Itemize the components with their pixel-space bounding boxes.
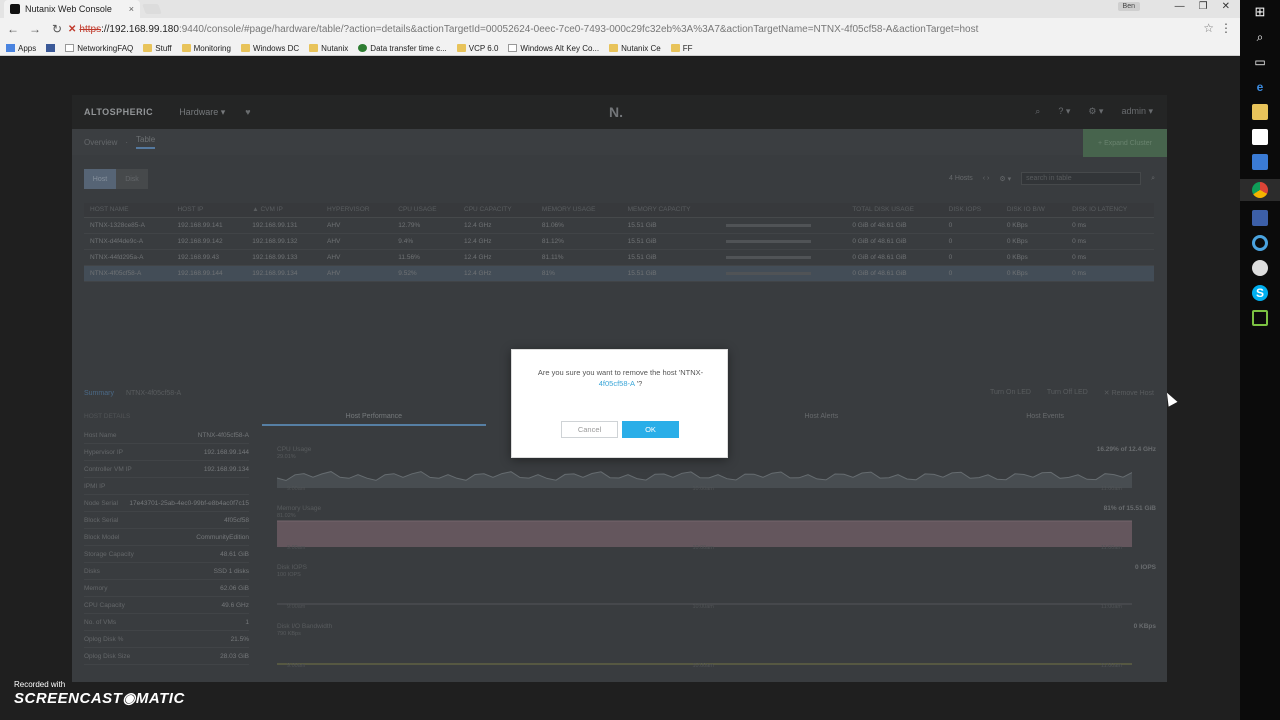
bookmark-label: Nutanix <box>321 43 349 53</box>
start-windows-icon[interactable]: ⊞ <box>1252 4 1268 20</box>
dialog-host-name: 4f05cf58-A <box>598 379 635 388</box>
bookmark-item[interactable]: VCP 6.0 <box>456 43 499 53</box>
address-bar[interactable]: ✕ https ://192.168.99.180 :9440/console/… <box>64 20 1214 38</box>
bookmark-item[interactable]: FF <box>670 43 693 53</box>
minimize-button[interactable]: — <box>1175 1 1185 12</box>
new-tab-button[interactable] <box>142 4 162 14</box>
remove-host-dialog: Are you sure you want to remove the host… <box>511 349 728 458</box>
folder-icon <box>670 44 680 52</box>
task-view-icon[interactable]: ▭ <box>1252 54 1268 70</box>
folder-icon <box>456 44 466 52</box>
bookmark-item[interactable] <box>46 44 56 52</box>
bookmark-label: FF <box>682 43 693 53</box>
url-path: :9440/console/#page/hardware/table/?acti… <box>178 23 979 35</box>
search-icon[interactable]: ⌕ <box>1252 29 1268 45</box>
bookmark-label: NetworkingFAQ <box>77 43 134 53</box>
folder-icon <box>181 44 191 52</box>
skype-icon[interactable]: S <box>1252 285 1268 301</box>
bookmark-item[interactable]: Windows Alt Key Co... <box>508 44 599 53</box>
circle-app-icon[interactable] <box>1252 235 1268 251</box>
edge-browser-icon[interactable]: e <box>1252 79 1268 95</box>
vmware-icon[interactable] <box>1252 310 1268 326</box>
watermark-brand: SCREENCAST◉MATIC <box>14 690 185 707</box>
tab-title: Nutanix Web Console <box>25 4 112 14</box>
bookmark-item[interactable]: Monitoring <box>181 43 231 53</box>
bookmark-label: Windows Alt Key Co... <box>520 43 600 53</box>
browser-tab[interactable]: Nutanix Web Console × <box>4 0 140 18</box>
remote-desktop-icon[interactable] <box>1252 210 1268 226</box>
bookmark-item[interactable]: Data transfer time c... <box>358 43 447 53</box>
store-icon[interactable] <box>1252 129 1268 145</box>
folder-icon <box>609 44 619 52</box>
page-icon <box>65 44 75 52</box>
chrome-icon[interactable] <box>1240 179 1280 201</box>
screencast-watermark: Recorded with SCREENCAST◉MATIC <box>14 680 185 707</box>
cancel-button[interactable]: Cancel <box>561 421 618 438</box>
folder-icon <box>240 44 250 52</box>
bookmark-label: Stuff <box>155 43 172 53</box>
nutanix-favicon-icon <box>10 4 20 14</box>
page-icon <box>508 44 518 52</box>
restore-button[interactable]: ❐ <box>1199 1 1208 12</box>
bookmarks-bar: Apps NetworkingFAQ Stuff Monitoring Windows … <box>0 40 1240 56</box>
folder-icon <box>309 44 319 52</box>
window-controls: — ❐ ✕ <box>1175 1 1230 12</box>
windows-taskbar: ⊞ ⌕ ▭ e S <box>1240 0 1280 720</box>
bookmark-item[interactable]: Nutanix <box>309 44 348 53</box>
network-app-icon[interactable] <box>1252 154 1268 170</box>
browser-chrome: Nutanix Web Console × Ben — ❐ ✕ ← → ↻ ✕ … <box>0 0 1240 56</box>
bookmark-label: Data transfer time c... <box>370 43 447 53</box>
insecure-warning-icon: ✕ <box>68 23 77 35</box>
tab-strip: Nutanix Web Console × Ben — ❐ ✕ <box>0 0 1240 18</box>
bookmark-item[interactable]: Windows DC <box>240 43 300 53</box>
forward-arrow-icon[interactable]: → <box>26 22 44 36</box>
bookmark-label: Monitoring <box>193 43 231 53</box>
bookmark-item[interactable]: Stuff <box>143 43 172 53</box>
dialog-message-prefix: Are you sure you want to remove the host… <box>537 368 704 377</box>
bookmark-label: Nutanix Ce <box>621 43 661 53</box>
bookmark-label: Windows DC <box>252 43 300 53</box>
back-arrow-icon[interactable]: ← <box>4 22 22 36</box>
bookmark-label: Apps <box>18 43 37 53</box>
dialog-message-suffix: '? <box>636 379 643 388</box>
bookmark-item[interactable]: Apps <box>6 44 36 53</box>
bookmark-item[interactable]: NetworkingFAQ <box>65 44 133 53</box>
file-explorer-icon[interactable] <box>1252 104 1268 120</box>
facebook-icon <box>46 44 56 52</box>
bookmark-item[interactable]: Nutanix Ce <box>609 44 661 53</box>
url-scheme: https <box>79 23 102 35</box>
tab-close-icon[interactable]: × <box>129 4 134 14</box>
close-window-button[interactable]: ✕ <box>1222 1 1230 12</box>
browser-menu-icon[interactable]: ⋮ <box>1220 21 1232 35</box>
ok-button[interactable]: OK <box>622 421 679 438</box>
url-host: ://192.168.99.180 <box>101 23 179 35</box>
chat-app-icon[interactable] <box>1252 260 1268 276</box>
grid-icon <box>6 44 15 52</box>
dialog-message: Are you sure you want to remove the host… <box>526 367 715 389</box>
bookmark-label: VCP 6.0 <box>468 43 499 53</box>
calc-icon <box>358 44 368 52</box>
watermark-line1: Recorded with <box>14 680 66 689</box>
folder-icon <box>143 44 153 52</box>
page-area: ALTOSPHERIC Hardware ▾ ♥ N. ⌕ ? ▾ ⚙ ▾ ad… <box>0 57 1240 720</box>
user-chip[interactable]: Ben <box>1117 2 1140 11</box>
bookmark-star-icon[interactable]: ☆ <box>1203 21 1214 35</box>
